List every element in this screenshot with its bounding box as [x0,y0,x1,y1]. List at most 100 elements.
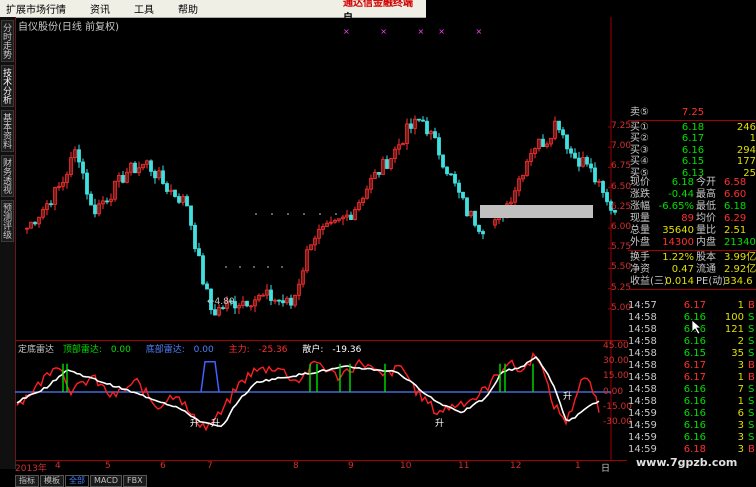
trade-time: 14:58 [628,348,657,359]
date-month: 7 [207,461,213,471]
quote-label: 内盘 [696,237,716,248]
tab-fbx[interactable]: FBX [122,475,147,487]
order-book-row[interactable]: 买③ 6.16 294 [628,145,756,157]
trade-flag: S [748,420,755,431]
tab-all[interactable]: 全部 [65,475,89,487]
candle-body [425,120,429,135]
quote-label: 均价 [696,213,716,224]
candle-body [453,173,457,184]
indicator-chart[interactable]: 升升升升 [15,341,627,461]
tab-template[interactable]: 模板 [40,475,64,487]
tab-financials[interactable]: 财务透视 [1,155,14,197]
quote-value: 6.58 [724,177,747,188]
order-book-row[interactable]: 买① 6.18 246 [628,122,756,134]
attack-radar-label: 顶部雷达: 0.00 [62,345,131,355]
order-volume: 246 [736,121,756,133]
quote-value: 89 [681,213,694,224]
candle-body [349,214,353,220]
candle-body [153,170,157,179]
trade-volume: 1 [737,372,744,383]
candle-body [601,180,605,193]
order-book-divider [628,119,756,121]
trade-volume: 3 [737,360,744,371]
candle-body [541,138,545,147]
quote-label: 现量 [630,213,650,224]
candle-body [221,307,225,309]
price-chart[interactable] [15,17,627,341]
trade-row[interactable]: 14:58 6.16 1 S [628,396,756,408]
trade-row[interactable]: 14:58 6.16 7 S [628,384,756,396]
trade-row[interactable]: 14:59 6.16 3 S [628,420,756,432]
quote-value: 6.29 [724,213,747,224]
trade-flag: S [748,384,755,395]
date-month: 8 [293,461,299,471]
trade-row[interactable]: 14:59 6.18 3 B [628,444,756,456]
quote-value: -0.44 [668,189,694,200]
left-tab-strip: 分时走势 技术分析 基本资料 财务透视 预测评级 [0,17,16,469]
trade-row[interactable]: 14:58 6.16 2 S [628,336,756,348]
quote-label: 股本 [696,252,716,263]
tab-fundamentals[interactable]: 基本资料 [1,110,14,152]
candle-body [577,157,581,167]
trade-time: 14:59 [628,432,657,443]
trade-price: 6.17 [683,372,706,383]
candle-body [569,148,573,154]
quote-panel: 现价 6.18 今开 6.58 涨跌 -0.44 最高 6.60 涨幅 -6.65% 最低 6.18 现… [628,177,756,291]
tab-macd[interactable]: MACD [90,475,122,487]
trade-row[interactable]: 14:58 6.15 35 S [628,348,756,360]
order-book-row[interactable]: 买④ 6.15 177 [628,156,756,168]
order-label: 买④ [630,156,649,167]
rise-mark: 升 [563,391,572,402]
trade-volume: 6 [737,408,744,419]
trade-flag: S [748,348,755,359]
candle-body [205,283,209,290]
quote-label: 最高 [696,189,716,200]
trade-row[interactable]: 14:59 6.16 6 S [628,408,756,420]
trade-row[interactable]: 14:57 6.17 1 B [628,300,756,312]
trade-flag: B [748,444,755,455]
candle-body [573,152,577,159]
trade-volume: 35 [731,348,744,359]
date-month: 5 [105,461,111,471]
tab-technical[interactable]: 技术分析 [1,65,14,107]
trade-volume: 100 [724,312,744,323]
tab-intraday[interactable]: 分时走势 [1,20,14,62]
indicator-header: 定底雷达 顶部雷达: 0.00 底部雷达: 0.00 主力: -25.36 散户… [18,342,373,355]
trade-time: 14:58 [628,360,657,371]
trade-row[interactable]: 14:58 6.17 3 B [628,360,756,372]
retail-label: 散户: -19.36 [302,345,362,355]
bottom-tab-strip: 指标 模板 全部 MACD FBX [15,475,148,487]
quote-value: 3.99亿 [724,252,756,263]
trade-volume: 3 [737,432,744,443]
menu-item-news[interactable]: 资讯 [90,1,110,16]
candle-body [33,221,37,225]
menu-item-help[interactable]: 帮助 [178,1,198,16]
candle-body [449,173,453,176]
candle-body [105,200,109,203]
order-book-row[interactable]: 卖⑤ 7.25 [628,107,756,119]
quote-label: 量比 [696,225,716,236]
trade-row[interactable]: 14:59 6.16 3 S [628,432,756,444]
menu-item-tools[interactable]: 工具 [134,1,154,16]
candle-body [473,210,477,226]
trade-row[interactable]: 14:58 6.17 1 B [628,372,756,384]
low-price-marker: ←4.80 [207,297,235,307]
quote-row: 外盘 14300 内盘 21340 [628,237,756,249]
candle-body [173,189,177,197]
order-book-row[interactable]: 买② 6.17 1 [628,133,756,145]
tab-indicator[interactable]: 指标 [15,475,39,487]
trade-price: 6.16 [683,432,706,443]
quote-label: 涨幅 [630,201,650,212]
candle-body [165,183,169,192]
candle-body [593,167,597,183]
candle-body [149,160,153,172]
quote-row: 涨幅 -6.65% 最低 6.18 [628,201,756,213]
menu-item-extended-market[interactable]: 扩展市场行情 [6,1,66,16]
date-axis: 2013年 4 5 6 7 8 9 10 11 12 1 日 [15,461,611,474]
tab-forecast[interactable]: 预测评级 [1,200,14,242]
trade-volume: 7 [737,384,744,395]
candle-body [81,161,85,174]
trade-flag: B [748,372,755,383]
trade-flag: S [748,336,755,347]
indicator-tick-label: 45.00 [603,341,629,351]
